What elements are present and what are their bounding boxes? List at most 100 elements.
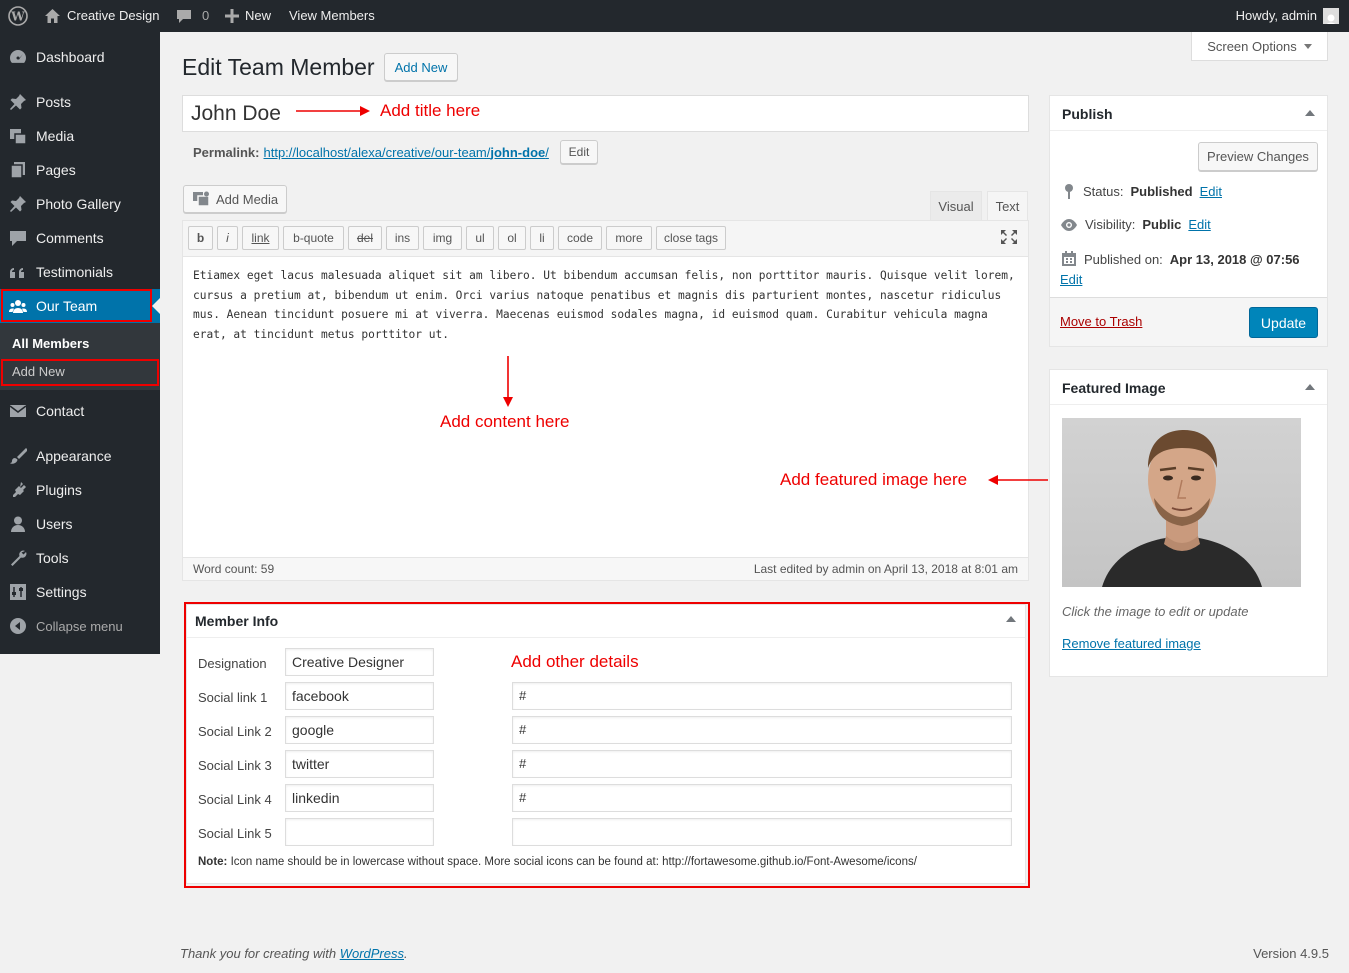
avatar: [1323, 8, 1339, 24]
fullscreen-icon[interactable]: [1000, 229, 1018, 248]
permalink-link[interactable]: http://localhost/alexa/creative/our-team…: [263, 145, 548, 160]
move-to-trash-link[interactable]: Move to Trash: [1060, 314, 1142, 329]
featured-divider: [1050, 404, 1327, 405]
toggle-up-icon[interactable]: [1305, 384, 1315, 390]
tab-text[interactable]: Text: [987, 191, 1028, 221]
menu-appearance[interactable]: Appearance: [0, 439, 160, 473]
menu-label: Collapse menu: [36, 618, 123, 634]
pin-icon: [1065, 184, 1073, 199]
visibility-label: Visibility:: [1085, 217, 1136, 232]
caret-down-icon: [1303, 43, 1312, 49]
quicktag-li[interactable]: li: [530, 226, 554, 250]
remove-featured-image-link[interactable]: Remove featured image: [1062, 636, 1201, 651]
tab-visual[interactable]: Visual: [930, 191, 982, 220]
social-link-input-2[interactable]: #: [512, 716, 1012, 744]
quicktag-ul[interactable]: ul: [466, 226, 494, 250]
new-content-link[interactable]: New: [225, 0, 271, 32]
member-info-divider: [187, 637, 1025, 638]
row-label-social-2: Social Link 2: [198, 724, 272, 739]
menu-contact[interactable]: Contact: [0, 394, 160, 428]
menu-pages[interactable]: Pages: [0, 153, 160, 187]
menu-plugins[interactable]: Plugins: [0, 473, 160, 507]
preview-changes-button[interactable]: Preview Changes: [1198, 142, 1318, 171]
quicktag-ins[interactable]: ins: [386, 226, 419, 250]
toggle-up-icon[interactable]: [1006, 616, 1016, 622]
menu-media[interactable]: Media: [0, 119, 160, 153]
comments-link[interactable]: 0: [176, 0, 209, 32]
view-members-link[interactable]: View Members: [289, 0, 375, 32]
add-media-button[interactable]: Add Media: [183, 185, 287, 213]
published-label: Published on:: [1084, 251, 1163, 267]
quicktag-bquote[interactable]: b-quote: [283, 226, 344, 250]
pages-icon: [8, 160, 28, 180]
admin-bar: W Creative Design 0 New View Members How…: [0, 0, 1349, 32]
arrow-featured: [988, 473, 1048, 490]
menu-dashboard[interactable]: Dashboard: [0, 40, 160, 74]
menu-photo-gallery[interactable]: Photo Gallery: [0, 187, 160, 221]
menu-comments[interactable]: Comments: [0, 221, 160, 255]
quicktag-del[interactable]: del: [348, 226, 382, 250]
menu-testimonials[interactable]: Testimonials: [0, 255, 160, 289]
svg-text:W: W: [10, 10, 25, 24]
arrow-content: [501, 356, 515, 411]
menu-settings[interactable]: Settings: [0, 575, 160, 609]
social-link-input-1[interactable]: #: [512, 682, 1012, 710]
annotation-title: Add title here: [380, 101, 481, 120]
howdy-text: Howdy, admin: [1235, 8, 1317, 23]
designation-input[interactable]: Creative Designer: [285, 648, 434, 676]
social-icon-input-4[interactable]: linkedin: [285, 784, 434, 812]
menu-tools[interactable]: Tools: [0, 541, 160, 575]
menu-label: Testimonials: [36, 264, 114, 280]
menu-label: Users: [36, 516, 73, 532]
menu-label: Comments: [36, 230, 104, 246]
menu-label: Media: [36, 128, 75, 144]
social-icon-input-5[interactable]: [285, 818, 434, 846]
pin-icon: [8, 92, 28, 112]
update-button[interactable]: Update: [1249, 307, 1318, 338]
menu-posts[interactable]: Posts: [0, 85, 160, 119]
quicktag-more[interactable]: more: [606, 226, 652, 250]
permalink-slug: john-doe: [490, 145, 546, 160]
quicktag-link[interactable]: link: [242, 226, 279, 250]
published-edit-link[interactable]: Edit: [1060, 272, 1082, 287]
social-icon-input-1[interactable]: facebook: [285, 682, 434, 710]
add-new-button[interactable]: Add New: [384, 53, 458, 81]
toggle-up-icon[interactable]: [1305, 110, 1315, 116]
menu-users[interactable]: Users: [0, 507, 160, 541]
social-link-input-3[interactable]: #: [512, 750, 1012, 778]
quicktag-close-tags[interactable]: close tags: [656, 226, 726, 250]
quicktag-bold[interactable]: b: [188, 226, 213, 250]
quicktag-code[interactable]: code: [558, 226, 602, 250]
row-label-social-5: Social Link 5: [198, 826, 272, 841]
footer-thanks: Thank you for creating with WordPress.: [180, 946, 408, 961]
social-link-input-5[interactable]: [512, 818, 1012, 846]
collapse-icon: [8, 616, 28, 636]
screen-options-button[interactable]: Screen Options: [1191, 32, 1328, 61]
menu-label: Plugins: [36, 482, 82, 498]
annotation-details: Add other details: [511, 652, 639, 671]
status-edit-link[interactable]: Edit: [1200, 184, 1222, 199]
visibility-edit-link[interactable]: Edit: [1188, 217, 1210, 232]
menu-label: Dashboard: [36, 49, 105, 65]
editor-textarea[interactable]: Etiamex eget lacus malesuada aliquet sit…: [193, 266, 1021, 344]
footer-version: Version 4.9.5: [1253, 946, 1329, 961]
social-link-input-4[interactable]: #: [512, 784, 1012, 812]
permalink-edit-button[interactable]: Edit: [560, 140, 598, 164]
quicktag-img[interactable]: img: [423, 226, 462, 250]
wordpress-link[interactable]: WordPress: [340, 946, 404, 961]
submenu-all-members[interactable]: All Members: [12, 336, 89, 351]
quicktag-italic[interactable]: i: [217, 226, 238, 250]
social-icon-input-3[interactable]: twitter: [285, 750, 434, 778]
wordpress-logo-icon[interactable]: W: [8, 0, 28, 32]
my-account[interactable]: Howdy, admin: [1236, 0, 1339, 32]
quicktag-ol[interactable]: ol: [498, 226, 526, 250]
menu-collapse[interactable]: Collapse menu: [0, 609, 160, 643]
menu-label: Posts: [36, 94, 72, 110]
menu-label: Settings: [36, 584, 87, 600]
social-icon-input-2[interactable]: google: [285, 716, 434, 744]
wrench-icon: [8, 548, 28, 568]
menu-label: Photo Gallery: [36, 196, 121, 212]
permalink-base: http://localhost/alexa/creative/our-team…: [263, 145, 491, 160]
featured-image-thumbnail[interactable]: [1062, 418, 1301, 587]
site-name-link[interactable]: Creative Design: [44, 0, 160, 32]
